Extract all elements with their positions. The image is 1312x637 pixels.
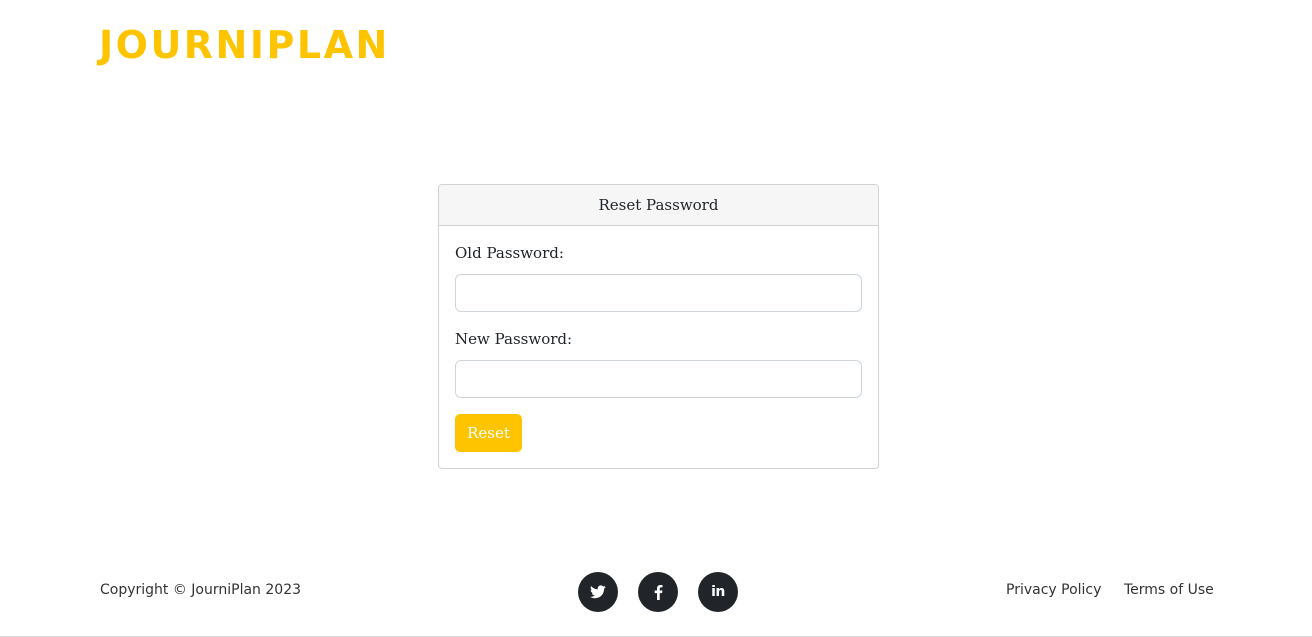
linkedin-link[interactable]: in <box>698 572 738 612</box>
privacy-policy-link[interactable]: Privacy Policy <box>1006 582 1101 598</box>
brand-logo-link[interactable]: JOURNIPLAN <box>99 22 390 68</box>
linkedin-icon: in <box>711 584 725 600</box>
twitter-icon <box>590 585 606 599</box>
copyright-text: Copyright © JourniPlan 2023 <box>100 582 302 598</box>
old-password-label: Old Password: <box>455 244 564 262</box>
page: JOURNIPLAN Reset Password Old Password: … <box>0 0 1312 637</box>
facebook-icon <box>654 584 662 600</box>
twitter-link[interactable] <box>578 572 618 612</box>
reset-button[interactable]: Reset <box>455 414 522 452</box>
new-password-input[interactable] <box>455 360 862 398</box>
new-password-label: New Password: <box>455 330 573 348</box>
old-password-input[interactable] <box>455 274 862 312</box>
reset-password-card: Reset Password Old Password: New Passwor… <box>438 184 879 469</box>
terms-of-use-link[interactable]: Terms of Use <box>1124 582 1214 598</box>
card-title: Reset Password <box>439 185 878 226</box>
facebook-link[interactable] <box>638 572 678 612</box>
